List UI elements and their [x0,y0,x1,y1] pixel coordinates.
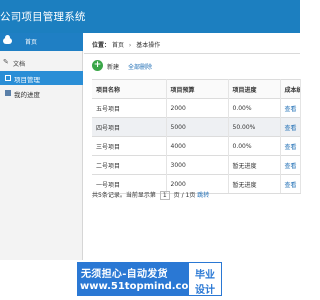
sidebar-item-my-progress[interactable]: 我的进度 [0,86,83,100]
view-link[interactable]: 查看 [280,155,301,175]
page-number-input[interactable]: 1 [159,191,170,200]
plus-icon: + [92,60,103,71]
view-link[interactable]: 查看 [280,136,301,156]
sidebar-item-label: 我的进度 [14,91,40,99]
sidebar-item-project-management[interactable]: 项目管理 [0,71,83,85]
divider [84,53,300,54]
project-progress: 50.00% [228,117,281,137]
title-bar: 公司项目管理系统 [0,0,300,33]
project-name: 三号项目 [92,136,167,156]
breadcrumb-separator: › [128,42,132,49]
project-budget: 4000 [166,136,229,156]
edit-icon: ✎ [3,58,9,66]
project-budget: 2000 [166,98,229,118]
cloud-icon [3,35,12,44]
grid-icon [5,75,11,81]
pagination: 共5条记录。当前显示第 1 页 / 1页 跳转 [92,190,209,200]
breadcrumb-item-home[interactable]: 首页 [112,42,124,49]
project-budget: 3000 [166,155,229,175]
project-progress: 0.00% [228,136,281,156]
column-header: 项目进度 [228,79,281,99]
watermark-banner: 无须担心-自动发货 www.51topmind.com [77,262,199,296]
project-progress: 暂无进度 [228,174,281,194]
project-budget: 5000 [166,117,229,137]
column-header: 项目预算 [166,79,229,99]
add-button-label: 新建 [107,64,120,71]
add-button[interactable]: + 新建 [92,60,126,72]
table-row: 五号项目 2000 0.00% 查看 [92,98,301,118]
breadcrumb: 位置： 首页 › 基本操作 [92,40,160,49]
table-header-row: 项目名称 项目预算 项目进度 成本统计 [92,79,301,99]
breadcrumb-prefix: 位置： [92,42,111,49]
sidebar-group-label: 文档 [13,61,26,68]
app-title: 公司项目管理系统 [0,11,86,23]
project-name: 四号项目 [92,117,167,137]
sidebar-group-docs[interactable]: ✎ 文档 [0,57,83,69]
project-progress: 0.00% [228,98,281,118]
view-link[interactable]: 查看 [280,98,301,118]
sidebar-header-label: 首页 [25,39,38,46]
sidebar-header[interactable]: 首页 [0,33,83,51]
sidebar-item-label: 项目管理 [14,76,40,84]
watermark-badge: 毕业 设计 [188,262,222,296]
view-link[interactable]: 查看 [280,117,301,137]
view-link[interactable]: 查看 [280,174,301,194]
sidebar: 首页 ✎ 文档 项目管理 我的进度 [0,33,83,260]
pagination-suffix: 页 / 1页 [173,192,196,199]
table-row: 三号项目 4000 0.00% 查看 [92,136,301,156]
project-name: 二号项目 [92,155,167,175]
watermark-badge-line-2: 设计 [195,285,215,296]
main-content: 位置： 首页 › 基本操作 + 新建 全部删除 项目名称 项目预算 项目进度 成… [84,33,301,260]
watermark-line-2: www.51topmind.com [80,281,199,292]
project-progress: 暂无进度 [228,155,281,175]
chart-icon [5,90,11,96]
pagination-summary: 共5条记录。当前显示第 [92,192,156,199]
go-link[interactable]: 跳转 [197,192,209,199]
delete-all-link[interactable]: 全部删除 [128,62,152,71]
breadcrumb-item-current: 基本操作 [136,42,161,49]
watermark-line-1: 无须担心-自动发货 [81,269,168,280]
column-header: 项目名称 [92,79,167,99]
watermark-badge-line-1: 毕业 [195,270,215,281]
column-header: 成本统计 [280,79,301,99]
project-name: 五号项目 [92,98,167,118]
table-row: 四号项目 5000 50.00% 查看 [92,117,301,137]
project-table: 项目名称 项目预算 项目进度 成本统计 五号项目 2000 0.00% 查看 四… [92,79,301,194]
table-row: 二号项目 3000 暂无进度 查看 [92,155,301,175]
